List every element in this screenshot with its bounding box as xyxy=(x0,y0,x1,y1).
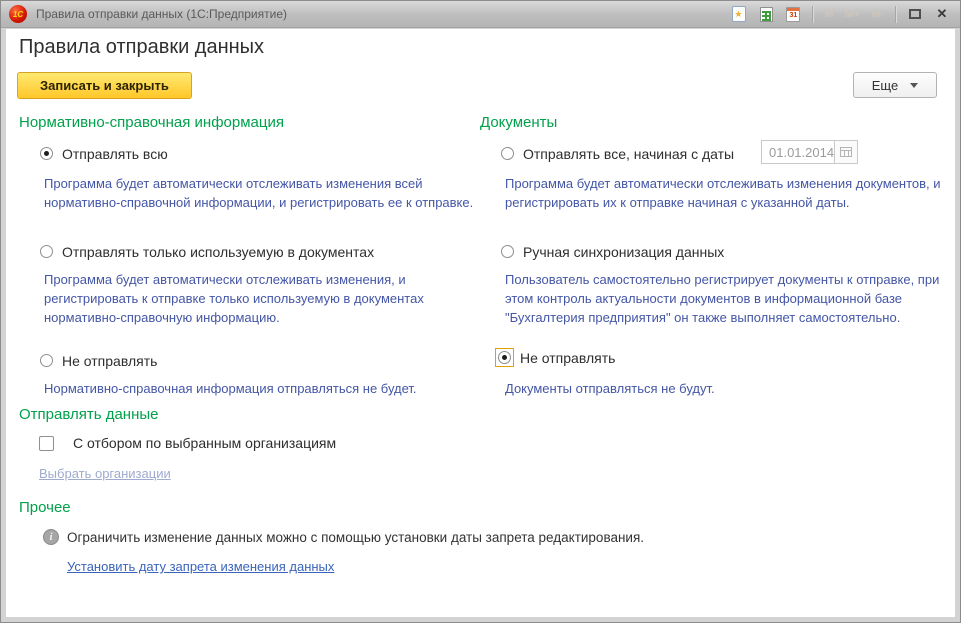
titlebar: 1С Правила отправки данных (1С:Предприят… xyxy=(1,1,960,28)
docs-send-from-date-description: Программа будет автоматически отслеживат… xyxy=(505,174,961,212)
1c-logo-icon: 1С xyxy=(9,5,27,23)
memory-mplus-button[interactable]: М+ xyxy=(843,8,863,20)
nsi-none-description: Нормативно-справочная информация отправл… xyxy=(44,379,488,398)
memory-m-button[interactable]: М xyxy=(822,8,835,20)
calculator-button[interactable] xyxy=(756,4,776,24)
restriction-note: Ограничить изменение данных можно с помо… xyxy=(67,529,644,545)
close-button[interactable] xyxy=(932,4,952,24)
radio-circle[interactable] xyxy=(40,354,53,367)
titlebar-separator xyxy=(895,6,896,23)
star-document-icon xyxy=(732,6,746,22)
calculator-icon xyxy=(760,7,773,22)
radio-focus-frame xyxy=(498,144,517,163)
radio-focus-frame xyxy=(37,351,56,370)
radio-focus-frame xyxy=(37,242,56,261)
radio-label[interactable]: Отправлять всю xyxy=(62,146,168,162)
titlebar-tools: 31 М М+ М- xyxy=(729,4,952,24)
nsi-send-used-description: Программа будет автоматически отслеживат… xyxy=(44,270,488,327)
radio-focus-frame xyxy=(495,348,514,367)
radio-label[interactable]: Не отправлять xyxy=(62,353,157,369)
radio-label[interactable]: Не отправлять xyxy=(520,350,615,366)
radio-nsi-none[interactable]: Не отправлять xyxy=(37,351,157,370)
chevron-down-icon xyxy=(910,83,918,88)
restriction-note-row: Ограничить изменение данных можно с помо… xyxy=(43,529,644,545)
radio-label[interactable]: Ручная синхронизация данных xyxy=(523,244,724,260)
nsi-send-all-description: Программа будет автоматически отслеживат… xyxy=(44,174,488,212)
radio-label[interactable]: Отправлять все, начиная с даты xyxy=(523,146,734,162)
titlebar-separator xyxy=(812,6,813,23)
filter-by-orgs-checkbox-row[interactable]: С отбором по выбранным организациям xyxy=(39,435,336,451)
radio-nsi-send-used[interactable]: Отправлять только используемую в докумен… xyxy=(37,242,374,261)
radio-manual-sync[interactable]: Ручная синхронизация данных xyxy=(498,242,724,261)
save-and-close-button[interactable]: Записать и закрыть xyxy=(17,72,192,99)
section-documents-title: Документы xyxy=(480,114,557,131)
manual-sync-description: Пользователь самостоятельно регистрирует… xyxy=(505,270,961,327)
radio-circle[interactable] xyxy=(40,147,53,160)
section-send-data-title: Отправлять данные xyxy=(19,406,158,423)
radio-nsi-send-all[interactable]: Отправлять всю xyxy=(37,144,168,163)
section-nsi-title: Нормативно-справочная информация xyxy=(19,114,284,131)
radio-circle[interactable] xyxy=(498,351,511,364)
set-restriction-date-link[interactable]: Установить дату запрета изменения данных xyxy=(67,559,334,574)
memory-mminus-button[interactable]: М- xyxy=(869,8,886,20)
calendar-grid-icon xyxy=(840,147,852,157)
more-button[interactable]: Еще xyxy=(853,72,937,98)
radio-circle[interactable] xyxy=(501,245,514,258)
maximize-icon xyxy=(909,9,921,19)
form-content: Правила отправки данных Записать и закры… xyxy=(6,29,955,617)
page-title: Правила отправки данных xyxy=(19,36,264,59)
radio-label[interactable]: Отправлять только используемую в докумен… xyxy=(62,244,374,260)
radio-docs-send-from-date[interactable]: Отправлять все, начиная с даты xyxy=(498,144,734,163)
checkbox[interactable] xyxy=(39,436,54,451)
radio-focus-frame xyxy=(37,144,56,163)
radio-docs-none[interactable]: Не отправлять xyxy=(495,348,615,367)
window-title: Правила отправки данных (1С:Предприятие) xyxy=(36,7,729,21)
docs-none-description: Документы отправляться не будут. xyxy=(505,379,961,398)
maximize-button[interactable] xyxy=(905,4,925,24)
date-picker-button[interactable] xyxy=(834,140,858,164)
start-date-group xyxy=(761,140,858,164)
more-button-label: Еще xyxy=(872,78,898,93)
radio-circle[interactable] xyxy=(501,147,514,160)
radio-focus-frame xyxy=(498,242,517,261)
calendar-icon: 31 xyxy=(786,7,800,22)
choose-organizations-link[interactable]: Выбрать организации xyxy=(39,466,171,481)
info-icon xyxy=(43,529,59,545)
radio-circle[interactable] xyxy=(40,245,53,258)
checkbox-label[interactable]: С отбором по выбранным организациям xyxy=(73,435,336,451)
calendar-button[interactable]: 31 xyxy=(783,4,803,24)
favorites-button[interactable] xyxy=(729,4,749,24)
section-other-title: Прочее xyxy=(19,499,71,516)
start-date-input[interactable] xyxy=(761,140,834,164)
app-window: 1С Правила отправки данных (1С:Предприят… xyxy=(0,0,961,623)
